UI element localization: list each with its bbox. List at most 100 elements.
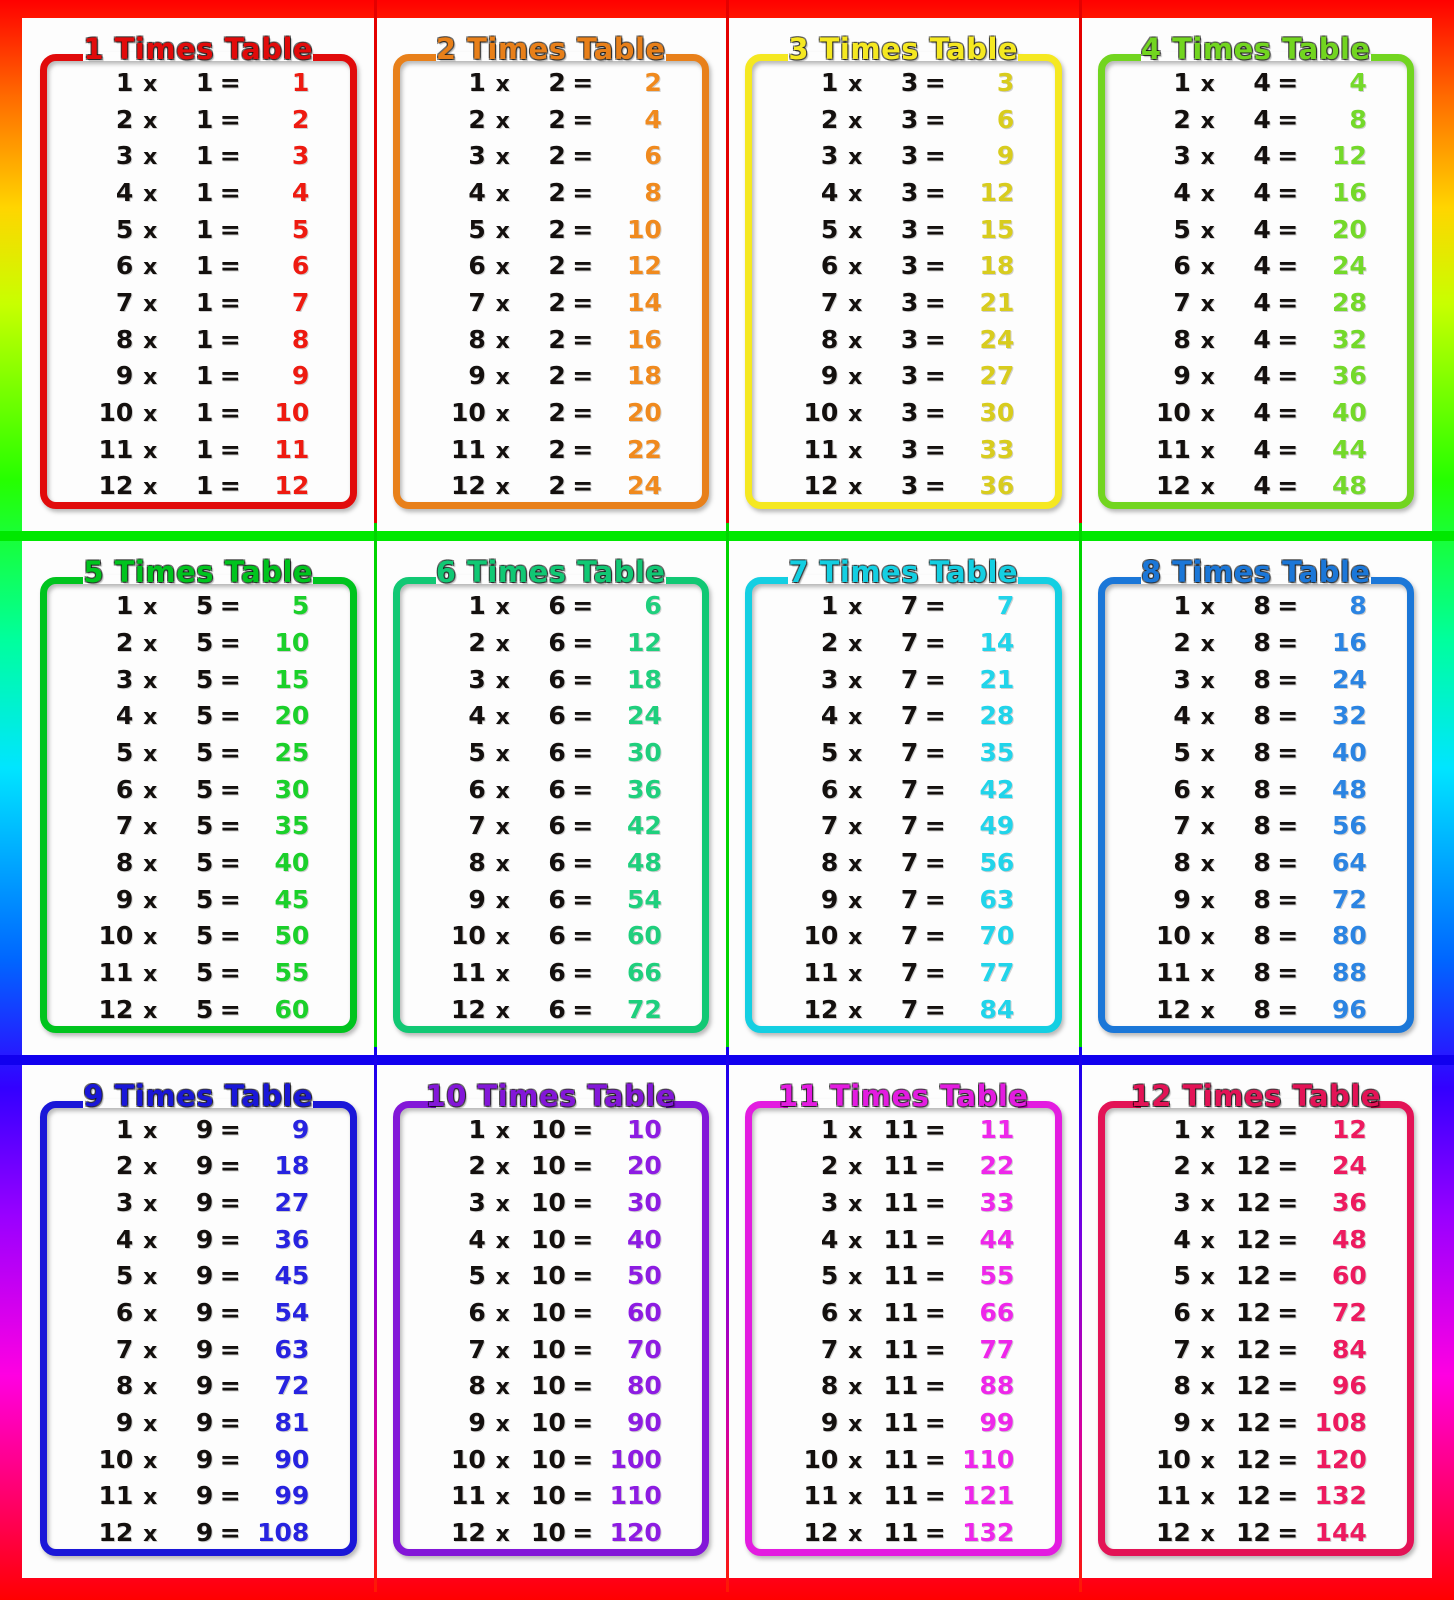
equation-list: 1 x 6 = 6 2 x 6 = 12 3 x 6 = 18 4 x 6 = 24 5 x 6 = 30 6 x 6 = 36 7 x 6 = 4… bbox=[395, 589, 708, 1024]
equation-row: 6 x 10 = 60 bbox=[395, 1300, 708, 1326]
product: 9 bbox=[291, 1114, 310, 1144]
multiplier: 10 bbox=[530, 1261, 566, 1291]
product: 25 bbox=[274, 737, 310, 767]
product: 8 bbox=[291, 324, 310, 354]
equation-list: 1 x 12 = 12 2 x 12 = 24 3 x 12 = 36 4 x 12 = 48 5 x 12 = 60 6 x 12 =… bbox=[1100, 1113, 1413, 1548]
poster-sheet: 1 Times Table 1 x 1 = 1 2 x 1 = 2 3 x 1 = 3 4 x 1 = 4 5 x 1 = 5 6 x… bbox=[0, 0, 1454, 1593]
product: 30 bbox=[979, 397, 1015, 427]
multiplier: 11 bbox=[883, 1334, 919, 1364]
product: 9 bbox=[996, 141, 1015, 171]
product: 64 bbox=[1331, 847, 1367, 877]
product: 90 bbox=[274, 1444, 310, 1474]
equation-row: 6 x 5 = 30 bbox=[42, 777, 355, 803]
multiplier: 9 bbox=[195, 1224, 214, 1254]
equation-row: 1 x 2 = 2 bbox=[395, 70, 708, 96]
times-symbol: x bbox=[495, 1485, 510, 1511]
multiplier: 12 bbox=[1235, 1224, 1271, 1254]
times-symbol: x bbox=[848, 218, 863, 244]
equals-symbol: = bbox=[1277, 104, 1299, 134]
equals-symbol: = bbox=[219, 847, 241, 877]
times-symbol: x bbox=[495, 401, 510, 427]
multiplicand: 6 bbox=[1173, 251, 1191, 281]
equation-row: 6 x 2 = 12 bbox=[395, 253, 708, 279]
equation-list: 1 x 1 = 1 2 x 1 = 2 3 x 1 = 3 4 x 1 = 4 5 x 1 = 5 6 x 1 = 6 7 x 1 = 7 8 x 1 = 8… bbox=[42, 66, 355, 501]
times-symbol: x bbox=[143, 72, 158, 97]
equals-symbol: = bbox=[219, 324, 241, 354]
product: 132 bbox=[1314, 1481, 1367, 1511]
multiplicand: 10 bbox=[1155, 1444, 1191, 1474]
equation-row: 4 x 12 = 48 bbox=[1100, 1227, 1413, 1253]
multiplicand: 8 bbox=[468, 847, 486, 877]
equals-symbol: = bbox=[219, 957, 241, 987]
multiplicand: 9 bbox=[115, 1407, 134, 1437]
multiplier: 5 bbox=[195, 957, 214, 987]
times-symbol: x bbox=[848, 595, 863, 621]
times-symbol: x bbox=[848, 1301, 863, 1327]
multiplicand: 8 bbox=[115, 324, 134, 354]
multiplier: 10 bbox=[530, 1517, 566, 1547]
multiplier: 5 bbox=[195, 847, 214, 877]
multiplicand: 2 bbox=[115, 104, 134, 134]
multiplier: 6 bbox=[548, 921, 566, 951]
equation-row: 2 x 7 = 14 bbox=[747, 630, 1060, 656]
times-symbol: x bbox=[1200, 72, 1215, 97]
multiplicand: 3 bbox=[468, 141, 486, 171]
multiplier: 6 bbox=[548, 774, 566, 804]
product: 16 bbox=[1331, 627, 1367, 657]
multiplier: 12 bbox=[1235, 1151, 1271, 1181]
product: 18 bbox=[626, 664, 662, 694]
product: 55 bbox=[274, 957, 310, 987]
times-symbol: x bbox=[1200, 1228, 1215, 1254]
multiplicand: 8 bbox=[820, 1371, 839, 1401]
equals-symbol: = bbox=[924, 811, 946, 841]
multiplicand: 9 bbox=[1173, 1407, 1191, 1437]
table-cell: 9 Times Table 1 x 9 = 9 2 x 9 = 18 3 x 9 = 27 4 x 9 = 36 5 x 9 =… bbox=[22, 1064, 375, 1578]
equation-row: 1 x 11 = 11 bbox=[747, 1117, 1060, 1143]
equation-row: 6 x 7 = 42 bbox=[747, 777, 1060, 803]
equation-row: 4 x 1 = 4 bbox=[42, 180, 355, 206]
equals-symbol: = bbox=[1277, 324, 1299, 354]
product: 77 bbox=[979, 957, 1015, 987]
product: 63 bbox=[274, 1334, 310, 1364]
multiplier: 3 bbox=[900, 251, 919, 281]
times-table-11-title: 11 Times Table bbox=[778, 1078, 1029, 1113]
multiplicand: 7 bbox=[1173, 1334, 1191, 1364]
equation-row: 3 x 4 = 12 bbox=[1100, 143, 1413, 169]
equals-symbol: = bbox=[924, 591, 946, 621]
times-symbol: x bbox=[143, 888, 158, 914]
times-symbol: x bbox=[495, 1375, 510, 1401]
times-symbol: x bbox=[1200, 778, 1215, 804]
multiplier: 1 bbox=[195, 214, 214, 244]
multiplier: 10 bbox=[530, 1224, 566, 1254]
product: 60 bbox=[1331, 1261, 1367, 1291]
multiplier: 7 bbox=[900, 664, 919, 694]
times-symbol: x bbox=[848, 1228, 863, 1254]
multiplicand: 12 bbox=[98, 471, 134, 501]
product: 2 bbox=[644, 68, 662, 97]
equals-symbol: = bbox=[572, 434, 594, 464]
times-table-2-card: 2 Times Table 1 x 2 = 2 2 x 2 = 4 3 x 2 = 6 4 x 2 = 8 5 x 2 = 10 6… bbox=[387, 32, 716, 515]
equals-symbol: = bbox=[219, 251, 241, 281]
equation-row: 8 x 1 = 8 bbox=[42, 327, 355, 353]
product: 32 bbox=[1331, 324, 1367, 354]
multiplicand: 1 bbox=[1173, 68, 1191, 97]
multiplier: 1 bbox=[195, 104, 214, 134]
times-symbol: x bbox=[1200, 1521, 1215, 1547]
equals-symbol: = bbox=[572, 324, 594, 354]
multiplicand: 2 bbox=[820, 1151, 839, 1181]
multiplier: 3 bbox=[900, 361, 919, 391]
product: 56 bbox=[1331, 811, 1367, 841]
product: 44 bbox=[1331, 434, 1367, 464]
multiplicand: 12 bbox=[803, 1517, 839, 1547]
product: 72 bbox=[626, 994, 662, 1024]
multiplicand: 11 bbox=[450, 957, 486, 987]
multiplier: 12 bbox=[1235, 1261, 1271, 1291]
times-symbol: x bbox=[848, 401, 863, 427]
equals-symbol: = bbox=[1277, 471, 1299, 501]
multiplicand: 11 bbox=[803, 1481, 839, 1511]
product: 3 bbox=[291, 141, 310, 171]
multiplicand: 3 bbox=[1173, 141, 1191, 171]
times-table-6-card: 6 Times Table 1 x 6 = 6 2 x 6 = 12 3 x 6 = 18 4 x 6 = 24 5 x 6 =… bbox=[387, 555, 716, 1038]
equation-row: 12 x 8 = 96 bbox=[1100, 997, 1413, 1023]
product: 96 bbox=[1331, 994, 1367, 1024]
